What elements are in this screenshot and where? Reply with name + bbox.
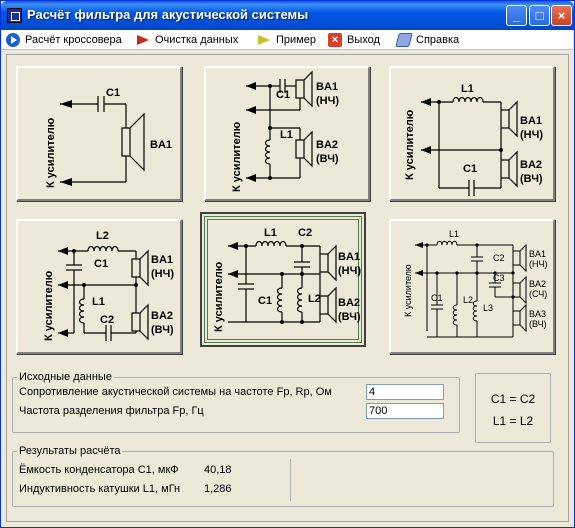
frequency-input[interactable]	[366, 403, 444, 419]
label-l3: L3	[483, 303, 493, 313]
label-ba1: BA1	[151, 254, 173, 266]
label-ba2: BA2	[316, 139, 338, 151]
menu-calculate-label: Расчёт кроссовера	[25, 34, 122, 46]
label-hf: (ВЧ)	[316, 153, 339, 165]
menu-exit-label: Выход	[347, 34, 380, 46]
title-bar[interactable]: Расчёт фильтра для акустической системы …	[1, 1, 574, 30]
label-hf: (ВЧ)	[529, 319, 547, 329]
maximize-button[interactable]: □	[529, 5, 550, 26]
red-arrow-icon	[136, 33, 150, 47]
label-ba1: BA1	[150, 139, 172, 151]
capacitance-value: 40,18	[204, 464, 232, 476]
circuit-button-selected[interactable]: L1 C2 C1 L2 BA1 (НЧ) BA2 (ВЧ) К усилител…	[200, 212, 366, 347]
label-l1: L1	[461, 83, 474, 95]
label-to-amp: К усилителю	[213, 262, 225, 332]
impedance-input[interactable]	[366, 384, 444, 400]
label-to-amp: К усилителю	[45, 118, 57, 188]
impedance-label: Сопротивление акустической системы на ча…	[19, 386, 332, 398]
label-lf: (НЧ)	[151, 268, 174, 280]
equality-c: C1 = C2	[490, 392, 536, 406]
label-ba3: BA3	[529, 309, 546, 319]
menu-example-label: Пример	[276, 34, 316, 46]
app-icon	[7, 8, 22, 23]
results-separator	[290, 459, 291, 501]
label-ba2: BA2	[151, 310, 173, 322]
label-c1: C1	[258, 295, 272, 307]
label-ba1: BA1	[520, 115, 542, 127]
label-l2: L2	[308, 293, 321, 305]
window-title: Расчёт фильтра для акустической системы	[27, 7, 309, 22]
label-l1: L1	[264, 227, 277, 239]
help-book-icon	[395, 33, 413, 47]
circuit-button-three-way[interactable]: L1 C2 C3 C1 L2 L3 BA1 (НЧ) BA2 (СЧ) BA3 …	[389, 219, 555, 354]
menu-bar: Расчёт кроссовера Очистка данных Пример …	[2, 30, 573, 50]
menu-clear[interactable]: Очистка данных	[136, 32, 238, 48]
inductance-value: 1,286	[204, 483, 232, 495]
label-c2: C2	[298, 227, 312, 239]
input-data-group: Исходные данные	[12, 371, 460, 433]
yellow-arrow-icon	[257, 33, 271, 47]
circuit-button-c1-l1[interactable]: C1 L1 BA1 (НЧ) BA2 (ВЧ) К усилителю	[204, 66, 370, 201]
equality-panel: C1 = C2 L1 = L2	[475, 373, 551, 443]
results-group: Результаты расчёта	[12, 445, 554, 507]
label-lf: (НЧ)	[529, 259, 548, 269]
label-c1: C1	[276, 89, 290, 101]
circuit-button-c1[interactable]: C1 BA1 К усилителю	[16, 66, 182, 201]
label-ba2: BA2	[529, 279, 546, 289]
label-hf: (ВЧ)	[338, 311, 361, 323]
menu-example[interactable]: Пример	[257, 32, 316, 48]
label-l2: L2	[463, 295, 473, 305]
results-legend: Результаты расчёта	[19, 445, 121, 457]
label-ba1: BA1	[529, 249, 546, 259]
label-c3: C3	[493, 273, 505, 283]
label-l1: L1	[92, 296, 105, 308]
capacitance-label: Ёмкость конденсатора C1, мкФ	[19, 464, 179, 476]
label-mf: (СЧ)	[529, 289, 547, 299]
close-button[interactable]: ×	[551, 5, 572, 26]
input-data-legend: Исходные данные	[19, 371, 112, 383]
main-window: Расчёт фильтра для акустической системы …	[0, 0, 575, 528]
menu-exit[interactable]: × Выход	[328, 32, 380, 48]
label-ba1: BA1	[338, 251, 360, 263]
label-c1: C1	[431, 293, 443, 303]
label-l1: L1	[449, 229, 459, 239]
label-c2: C2	[493, 253, 505, 263]
label-l2: L2	[96, 230, 109, 242]
label-c1: C1	[106, 87, 120, 99]
frequency-label: Частота разделения фильтра Fр, Гц	[19, 405, 204, 417]
menu-help-label: Справка	[416, 34, 460, 46]
label-ba2: BA2	[520, 159, 542, 171]
label-lf: (НЧ)	[520, 129, 543, 141]
circuit-button-l1-c1[interactable]: L1 C1 BA1 (НЧ) BA2 (ВЧ) К усилителю	[389, 66, 555, 201]
menu-calculate[interactable]: Расчёт кроссовера	[6, 32, 122, 48]
label-c1: C1	[463, 163, 477, 175]
label-c2: C2	[100, 314, 114, 326]
content-area: C1 BA1 К усилителю C1 L1 BA1 (НЧ) BA2 (В…	[6, 54, 569, 522]
inductance-label: Индуктивность катушки L1, мГн	[19, 483, 181, 495]
play-circle-icon	[6, 33, 20, 47]
circuit-button-l2-c1-l1-c2[interactable]: L2 C1 L1 C2 BA1 (НЧ) BA2 (ВЧ) К усилител…	[16, 219, 182, 354]
label-to-amp: К усилителю	[43, 271, 55, 341]
label-to-amp: К усилителю	[404, 110, 416, 180]
minimize-button[interactable]: _	[506, 5, 527, 26]
label-to-amp: К усилителю	[231, 122, 243, 192]
label-to-amp: К усилителю	[403, 264, 413, 317]
label-l1: L1	[280, 129, 293, 141]
close-x-icon: ×	[328, 33, 342, 47]
label-ba2: BA2	[338, 297, 360, 309]
menu-help[interactable]: Справка	[395, 32, 460, 48]
equality-l: L1 = L2	[492, 414, 534, 428]
label-lf: (НЧ)	[316, 95, 339, 107]
label-hf: (ВЧ)	[520, 173, 543, 185]
label-ba1: BA1	[316, 81, 338, 93]
label-c1: C1	[94, 258, 108, 270]
label-hf: (ВЧ)	[151, 324, 174, 336]
label-lf: (НЧ)	[338, 265, 361, 277]
menu-clear-label: Очистка данных	[155, 34, 239, 46]
